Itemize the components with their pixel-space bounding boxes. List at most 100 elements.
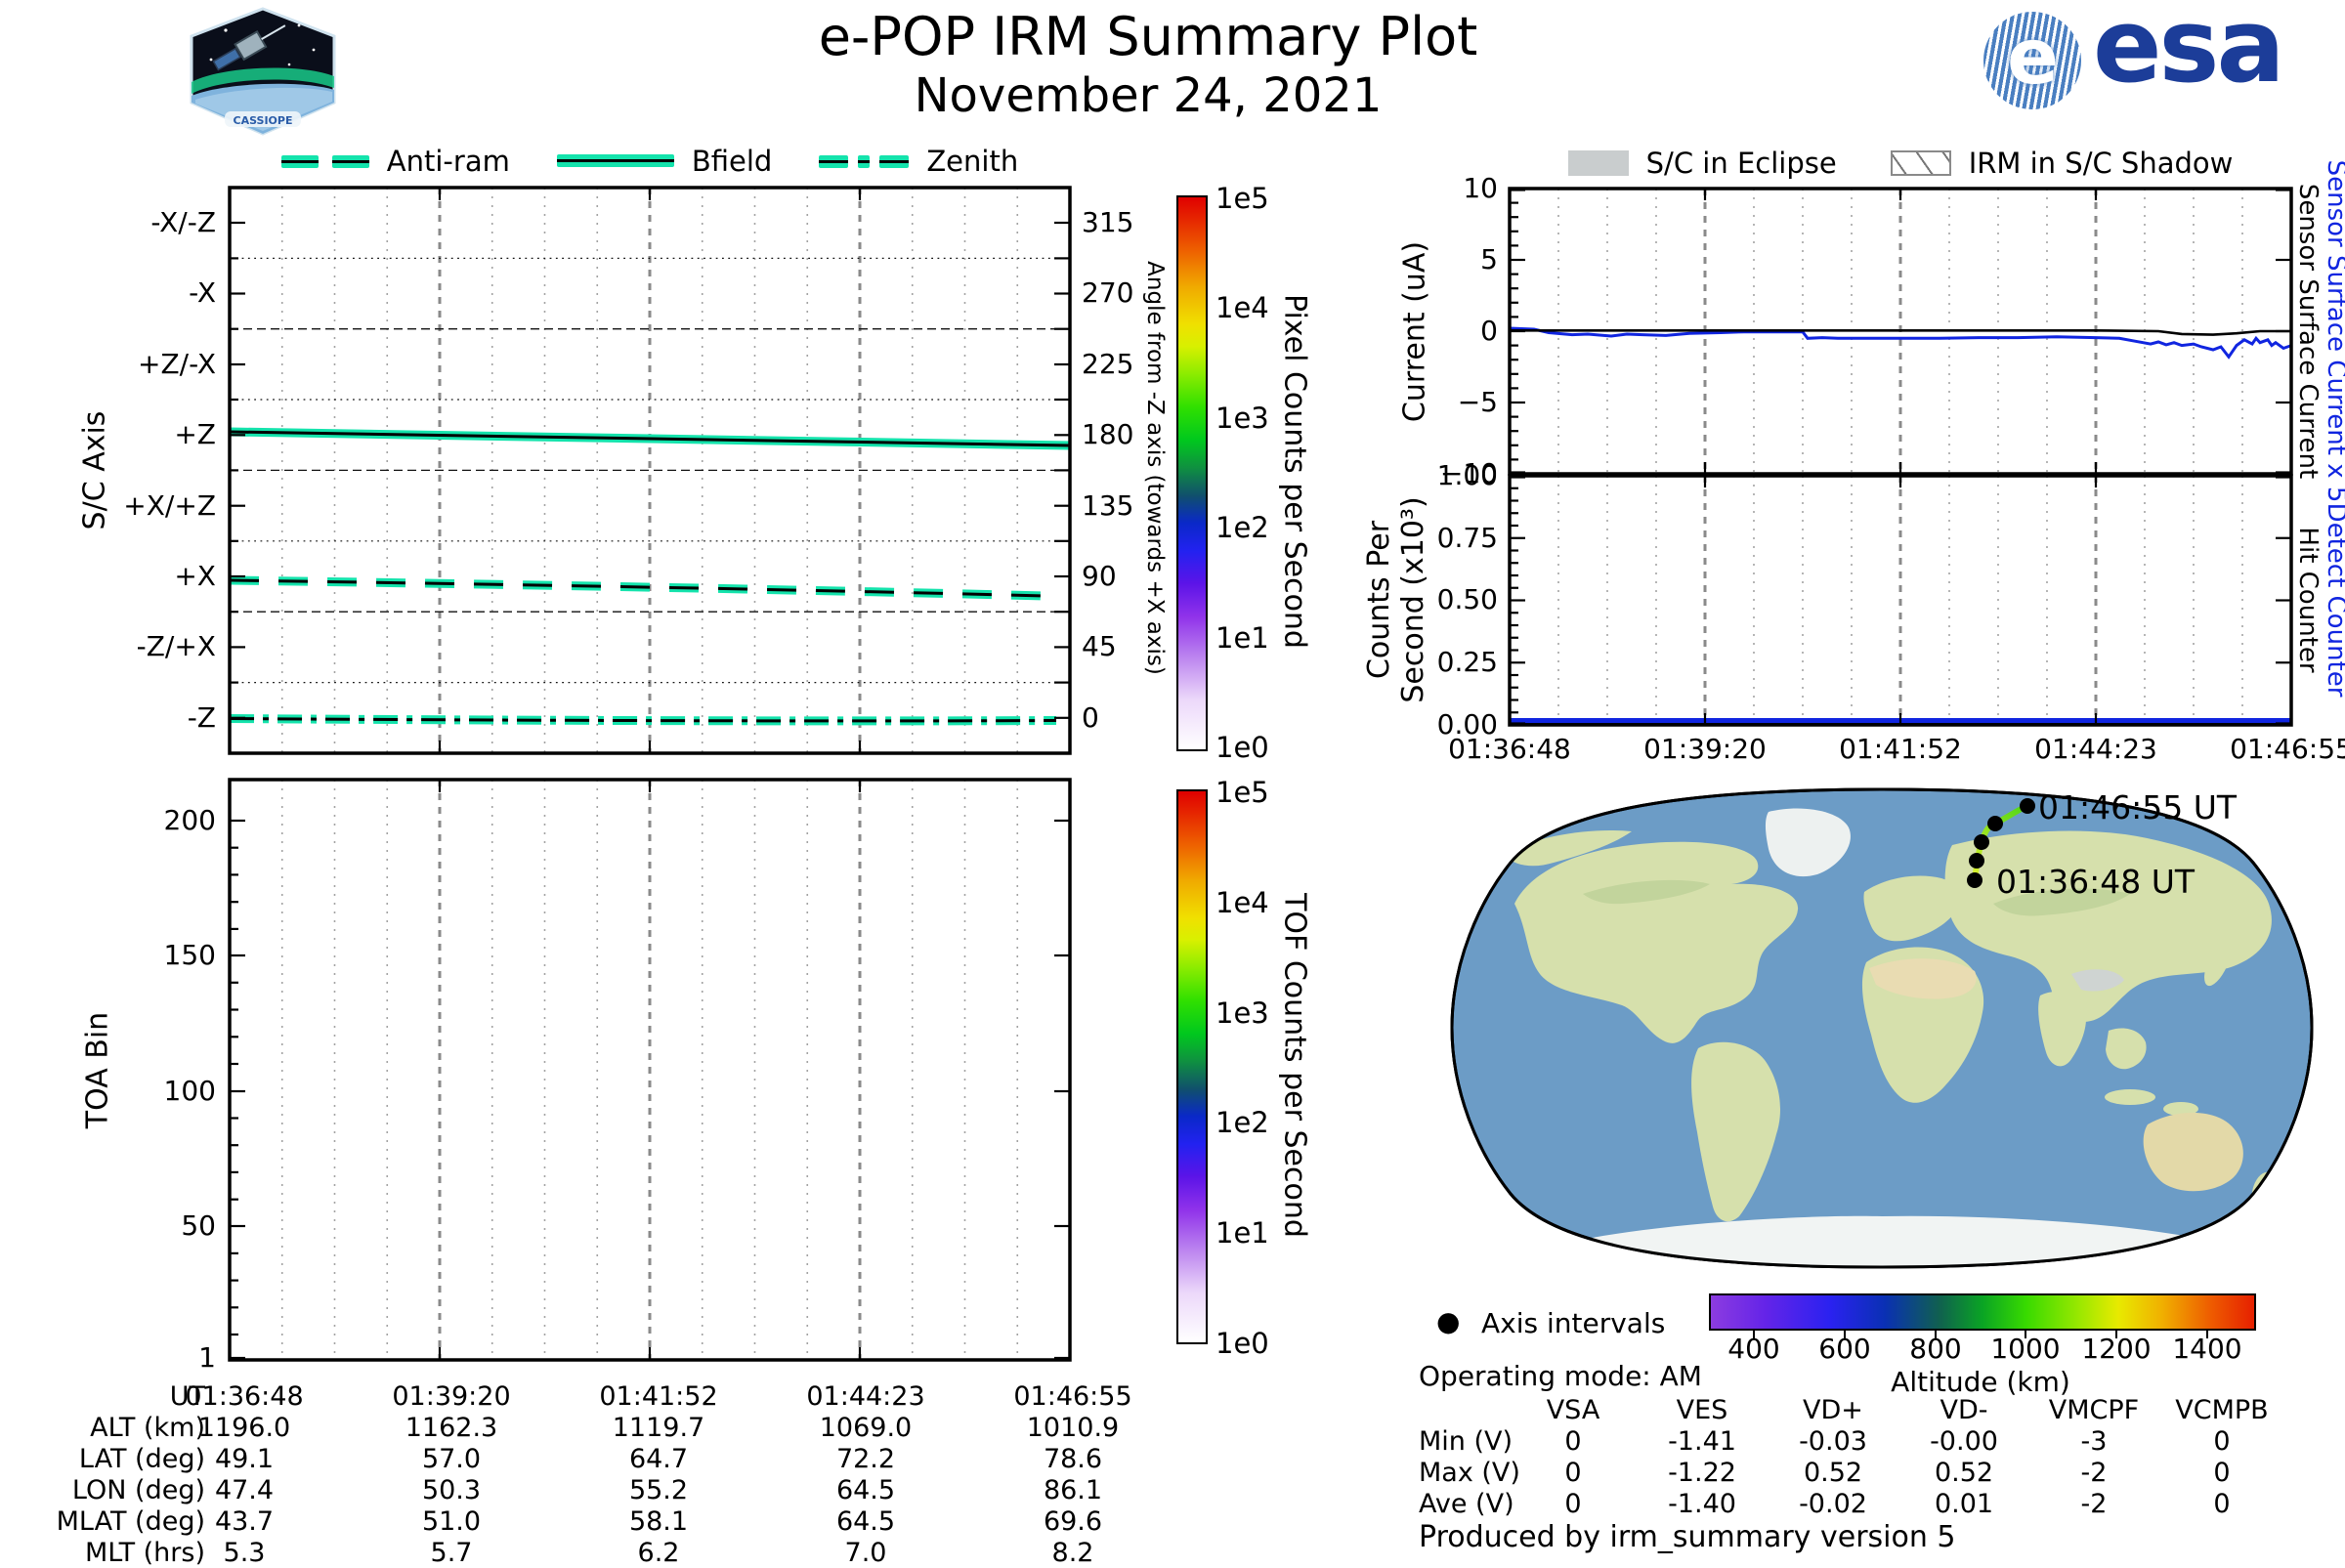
current-ytick: 5 <box>1375 245 1498 275</box>
vt-cell: 0 <box>2158 1426 2285 1457</box>
vt-cell: 0 <box>1510 1458 1637 1488</box>
legend-item-antiram: Anti-ram <box>281 145 510 178</box>
eclipse-swatch <box>1568 150 1629 176</box>
cb-label: 1e1 <box>1215 1218 1269 1248</box>
eph-cell: 1069.0 <box>783 1413 949 1443</box>
vt-cell: -3 <box>2030 1426 2157 1457</box>
vt-cell: 0 <box>1510 1426 1637 1457</box>
time-tick: 01:39:20 <box>1627 735 1783 764</box>
current-ytick: 10 <box>1375 174 1498 203</box>
sc-tick-label: -Z <box>93 703 216 733</box>
counts-plot <box>1510 476 2291 725</box>
cb-label: 1e3 <box>1215 403 1269 433</box>
vt-cell: 0.01 <box>1900 1489 2027 1519</box>
vt-cell: -1.41 <box>1639 1426 1766 1457</box>
cb-label: 1e3 <box>1215 998 1269 1028</box>
bfield-line-sample <box>557 152 674 171</box>
legend-item-eclipse: S/C in Eclipse <box>1568 147 1837 180</box>
eph-cell: 1196.0 <box>161 1413 327 1443</box>
esa-globe-letter: e <box>2007 14 2059 102</box>
produced-by: Produced by irm_summary version 5 <box>1419 1520 1955 1554</box>
vt-cell: 0 <box>1510 1489 1637 1519</box>
vertical-gridlines-major <box>440 780 860 1360</box>
eph-cell: 1162.3 <box>368 1413 534 1443</box>
vt-col: VES <box>1639 1395 1766 1425</box>
eph-cell: 5.7 <box>368 1538 534 1568</box>
cb-label: 1e4 <box>1215 293 1269 322</box>
tof-colorbar <box>1176 789 1208 1344</box>
cb-label: 1e1 <box>1215 623 1269 653</box>
current-ytick: −5 <box>1375 388 1498 417</box>
legend-label: Anti-ram <box>387 145 510 178</box>
cb-label: 1e2 <box>1215 513 1269 542</box>
page-title: e-POP IRM Summary Plot <box>684 6 1612 67</box>
sc-axis-plot <box>230 188 1070 753</box>
vt-col: VMCPF <box>2030 1395 2157 1425</box>
time-tick: 01:44:23 <box>2018 735 2174 764</box>
eph-cell: 1119.7 <box>576 1413 742 1443</box>
eph-cell: 5.3 <box>161 1538 327 1568</box>
time-tick: 01:46:55 <box>2213 735 2345 764</box>
zenith-line <box>230 719 1056 721</box>
toa-tick-label: 50 <box>93 1211 216 1241</box>
toa-tick-label: 150 <box>93 941 216 970</box>
time-tick: 01:36:48 <box>1431 735 1588 764</box>
page-date: November 24, 2021 <box>684 68 1612 123</box>
eph-cell: 47.4 <box>161 1475 327 1505</box>
cb-label: 1e5 <box>1215 184 1269 213</box>
axis-intervals-dot: ● <box>1436 1305 1460 1337</box>
sc-tick-label: -X/-Z <box>93 208 216 237</box>
legend-label: Bfield <box>692 145 772 178</box>
eph-cell: 6.2 <box>576 1538 742 1568</box>
eph-ut: 01:39:20 <box>368 1381 534 1412</box>
vt-cell: -0.02 <box>1769 1489 1897 1519</box>
vt-col: VD+ <box>1769 1395 1897 1425</box>
eph-cell: 72.2 <box>783 1444 949 1474</box>
sc-tick-label: +X/+Z <box>93 491 216 521</box>
pixel-colorbar <box>1176 195 1208 751</box>
vertical-gridlines-major <box>1705 476 2096 725</box>
current-plot <box>1510 189 2291 474</box>
vt-cell: 0 <box>2158 1489 2285 1519</box>
vt-cell: -0.00 <box>1900 1426 2027 1457</box>
esa-wordmark: esa <box>2093 0 2282 106</box>
eph-ut: 01:44:23 <box>783 1381 949 1412</box>
eph-cell: 7.0 <box>783 1538 949 1568</box>
pixel-colorbar-label: Pixel Counts per Second <box>1278 169 1312 775</box>
tof-colorbar-label: TOF Counts per Second <box>1278 763 1312 1369</box>
vt-row-label: Max (V) <box>1419 1458 1520 1488</box>
eph-cell: 8.2 <box>990 1538 1156 1568</box>
esa-logo: e esa <box>1983 8 2335 115</box>
sc-tick-label: -X <box>93 278 216 308</box>
eph-cell: 78.6 <box>990 1444 1156 1474</box>
alt-tick-label: 1400 <box>2158 1335 2256 1364</box>
counts-ytick: 1.00 <box>1375 461 1498 490</box>
eph-ut: 01:41:52 <box>576 1381 742 1412</box>
eph-cell: 43.7 <box>161 1506 327 1537</box>
legend-item-shadow: IRM in S/C Shadow <box>1891 147 2234 180</box>
alt-tick-label: 400 <box>1705 1335 1803 1364</box>
counts-ytick: 0.50 <box>1375 585 1498 614</box>
patch-label: CASSIOPE <box>234 114 293 127</box>
cb-label: 1e0 <box>1215 1329 1269 1358</box>
eph-cell: 55.2 <box>576 1475 742 1505</box>
vt-col: VCMPB <box>2158 1395 2285 1425</box>
ground-track-map <box>1446 786 2318 1270</box>
sc-tick-label: +X <box>93 562 216 591</box>
toa-tick-label: 100 <box>93 1077 216 1106</box>
eph-cell: 58.1 <box>576 1506 742 1537</box>
sc-tick-label: +Z/-X <box>93 350 216 379</box>
eph-cell: 1010.9 <box>990 1413 1156 1443</box>
vt-col: VD- <box>1900 1395 2027 1425</box>
eph-cell: 64.5 <box>783 1475 949 1505</box>
toa-tick-label: 200 <box>93 806 216 835</box>
vt-col: VSA <box>1510 1395 1637 1425</box>
vt-cell: -1.40 <box>1639 1489 1766 1519</box>
esa-globe-icon: e <box>1983 12 2081 109</box>
angle-axis-label: Angle from -Z axis (towards +X axis) <box>1142 165 1168 771</box>
alt-tick-label: 600 <box>1796 1335 1894 1364</box>
eph-cell: 69.6 <box>990 1506 1156 1537</box>
counts-ytick: 0.75 <box>1375 524 1498 553</box>
toa-tick-label: 1 <box>93 1343 216 1373</box>
time-tick: 01:41:52 <box>1822 735 1979 764</box>
